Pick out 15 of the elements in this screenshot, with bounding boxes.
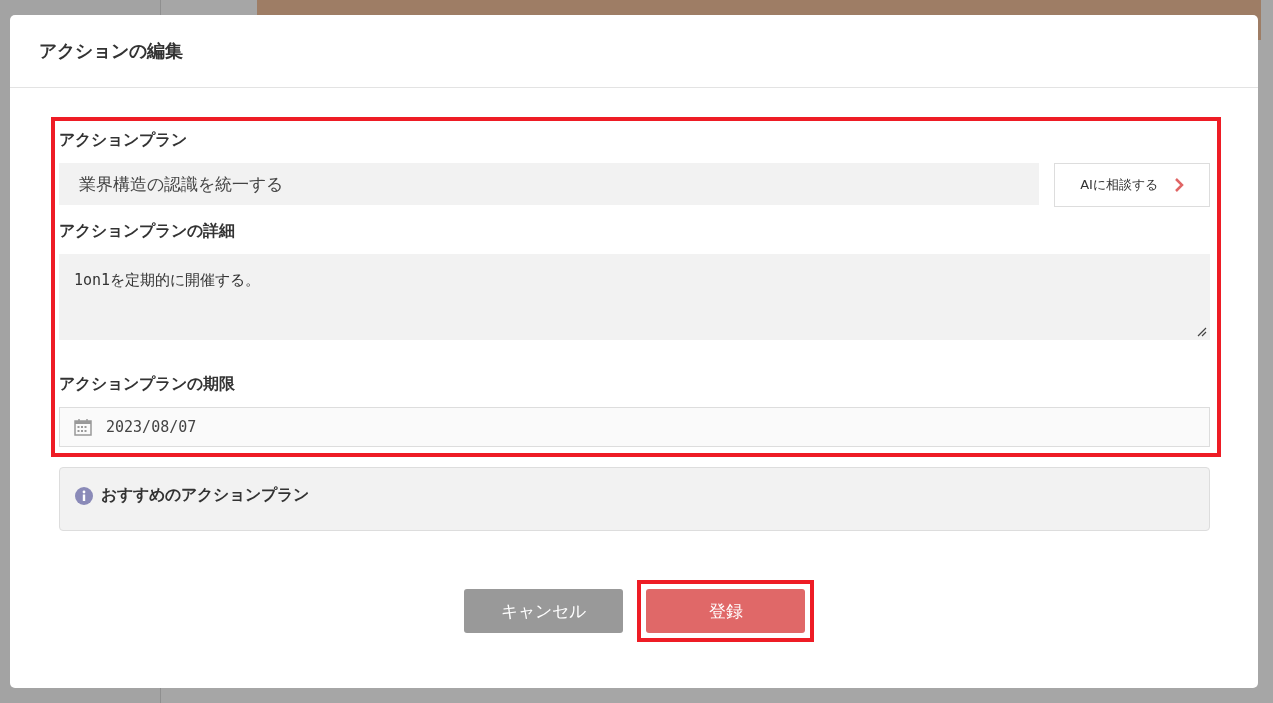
textarea-field[interactable]: 1on1を定期的に開催する。 <box>59 254 1210 340</box>
input-field[interactable]: 業界構造の認識を統一する <box>59 163 1039 205</box>
recommendation-title: おすすめのアクションプラン <box>101 485 309 506</box>
chevron-icon <box>1173 177 1184 193</box>
textarea-value: 1on1を定期的に開催する。 <box>74 271 261 289</box>
resize-grip-icon <box>1197 327 1207 337</box>
info-icon <box>75 487 93 505</box>
dialog-title: アクションの編集 <box>39 39 183 63</box>
date-value: 2023/08/07 <box>106 418 197 436</box>
field-label: アクションプランの期限 <box>59 374 236 395</box>
date-field[interactable]: 2023/08/07 <box>59 407 1210 447</box>
field-label: アクションプランの詳細 <box>59 221 236 242</box>
ai-consult-button[interactable]: AIに相談する <box>1054 163 1210 207</box>
calendar-icon <box>74 418 92 436</box>
field-label: アクションプラン <box>59 130 188 151</box>
